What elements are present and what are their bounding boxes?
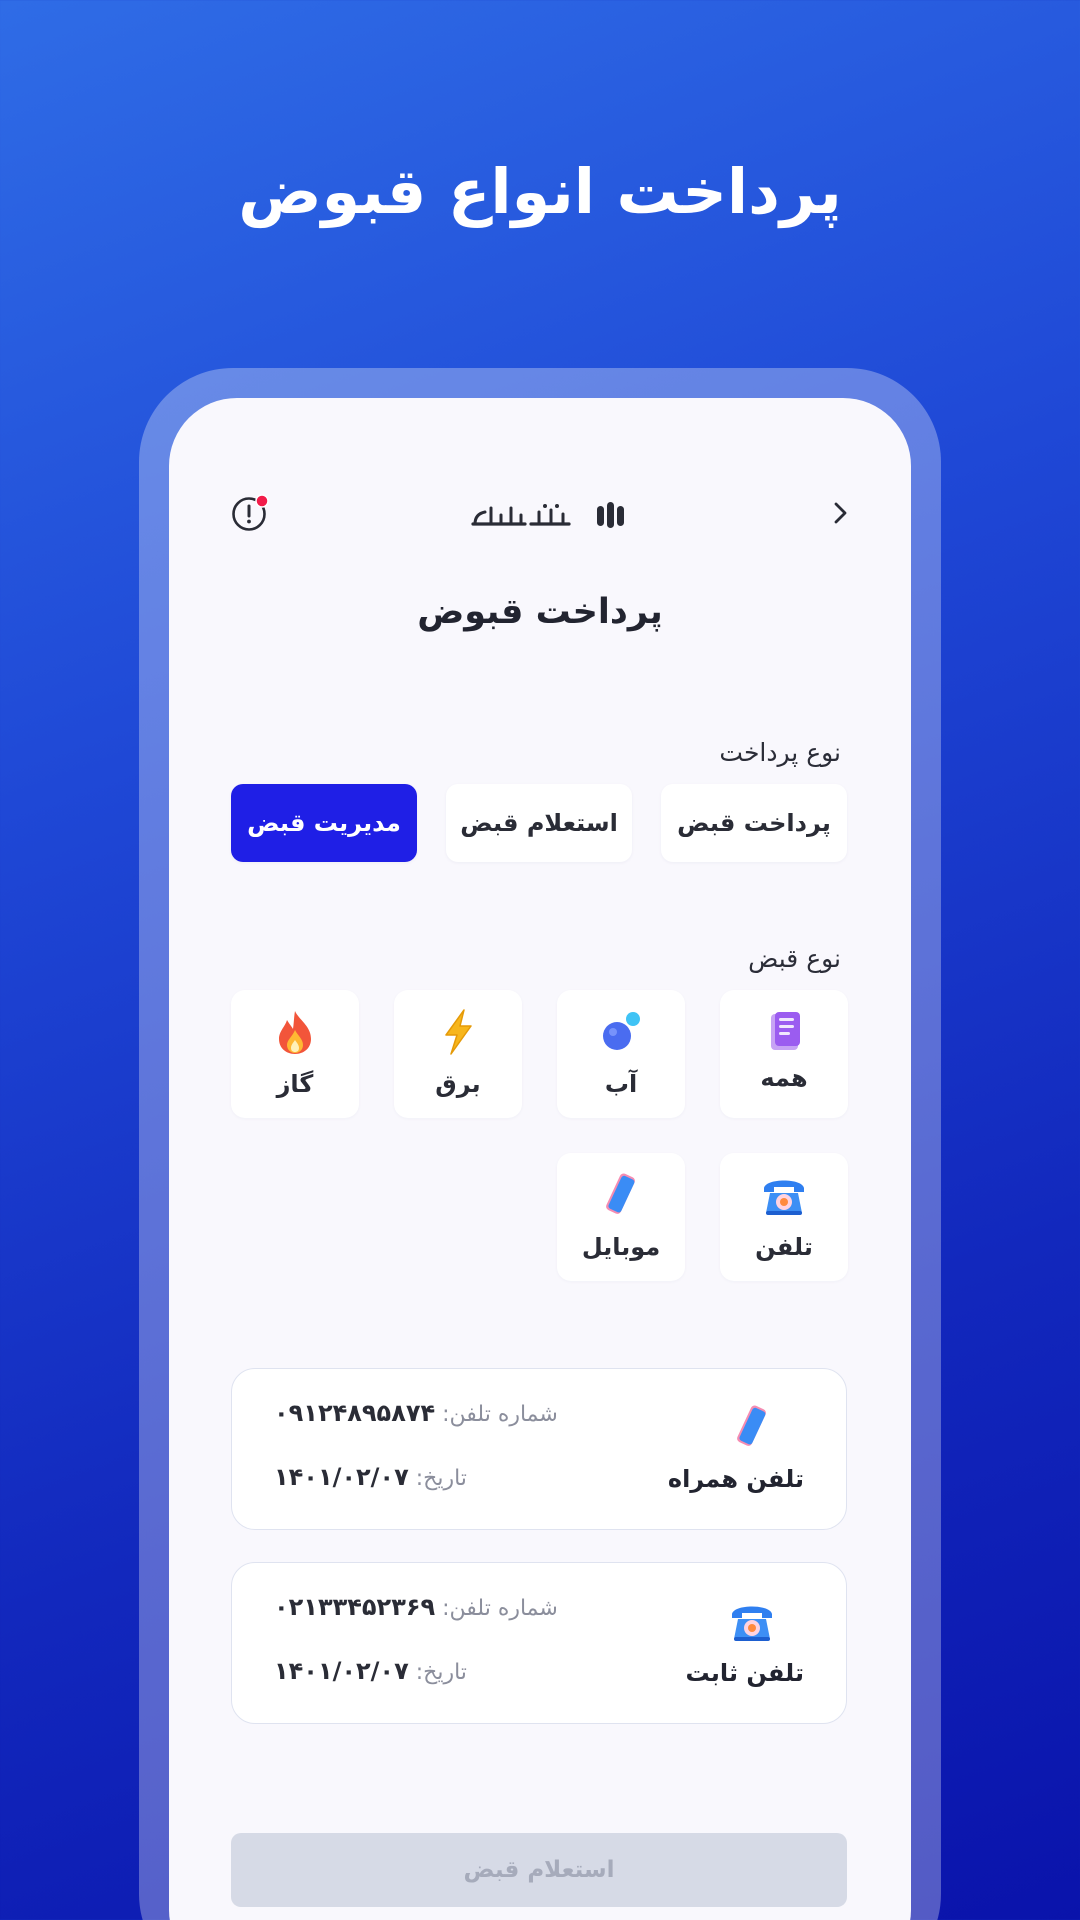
bill-type-mobile[interactable]: موبایل xyxy=(557,1153,685,1281)
telephone-icon xyxy=(760,1171,808,1219)
bill-type-electricity[interactable]: برق xyxy=(394,990,522,1118)
date-value: ۱۴۰۱/۰۲/۰۷ xyxy=(274,1463,409,1491)
app-screen: پرداخت قبوض نوع پرداخت پرداخت قبض استعلا… xyxy=(169,398,911,1920)
tile-label: تلفن xyxy=(755,1233,813,1261)
date-value: ۱۴۰۱/۰۲/۰۷ xyxy=(274,1657,409,1685)
phone-label: شماره تلفن: xyxy=(442,1596,558,1621)
bill-card-mobile[interactable]: تلفن همراه شماره تلفن: ۰۹۱۲۴۸۹۵۸۷۴ تاریخ… xyxy=(231,1368,847,1530)
bill-type-water[interactable]: آب xyxy=(557,990,685,1118)
bill-type-all[interactable]: همه xyxy=(720,990,848,1118)
bill-card-landline[interactable]: تلفن ثابت شماره تلفن: ۰۲۱۳۳۴۵۲۳۶۹ تاریخ:… xyxy=(231,1562,847,1724)
phone-value: ۰۹۱۲۴۸۹۵۸۷۴ xyxy=(274,1399,436,1427)
phone-value: ۰۲۱۳۳۴۵۲۳۶۹ xyxy=(274,1593,436,1621)
tile-label: همه xyxy=(760,1064,808,1092)
bill-phone-row: شماره تلفن: ۰۹۱۲۴۸۹۵۸۷۴ xyxy=(274,1399,558,1427)
mobile-icon xyxy=(597,1171,645,1219)
phone-label: شماره تلفن: xyxy=(442,1402,558,1427)
tile-label: گاز xyxy=(276,1070,314,1098)
segment-inquiry[interactable]: استعلام قبض xyxy=(446,784,632,862)
segment-manage-bill[interactable]: مدیریت قبض xyxy=(231,784,417,862)
bill-type-label: نوع قبض xyxy=(748,944,841,973)
bill-phone-row: شماره تلفن: ۰۲۱۳۳۴۵۲۳۶۹ xyxy=(274,1593,558,1621)
bank-logo-icon xyxy=(471,502,624,528)
chevron-right-icon xyxy=(834,502,847,524)
payment-type-label: نوع پرداخت xyxy=(719,738,841,767)
tile-label: برق xyxy=(435,1070,481,1098)
telephone-icon xyxy=(728,1597,776,1645)
bill-type-gas[interactable]: گاز xyxy=(231,990,359,1118)
tile-label: موبایل xyxy=(581,1233,661,1261)
page-title: پرداخت قبوض xyxy=(417,592,663,632)
bill-card-title: تلفن ثابت xyxy=(685,1659,804,1687)
inquiry-submit-button[interactable]: استعلام قبض xyxy=(231,1833,847,1907)
alert-icon[interactable] xyxy=(231,494,269,532)
hero-title: پرداخت انواع قبوض xyxy=(238,155,842,228)
bill-date-row: تاریخ: ۱۴۰۱/۰۲/۰۷ xyxy=(274,1463,467,1491)
water-drop-icon xyxy=(597,1008,645,1056)
bill-card-title: تلفن همراه xyxy=(667,1465,804,1493)
date-label: تاریخ: xyxy=(415,1466,467,1491)
bill-date-row: تاریخ: ۱۴۰۱/۰۲/۰۷ xyxy=(274,1657,467,1685)
back-button[interactable] xyxy=(825,496,855,530)
lightning-icon xyxy=(434,1008,482,1056)
bill-type-telephone[interactable]: تلفن xyxy=(720,1153,848,1281)
flame-icon xyxy=(271,1008,319,1056)
tile-label: آب xyxy=(604,1070,638,1098)
mobile-icon xyxy=(728,1403,776,1451)
bank-logo xyxy=(469,494,629,534)
notebook-icon xyxy=(760,1008,808,1056)
date-label: تاریخ: xyxy=(415,1660,467,1685)
segment-pay-bill[interactable]: پرداخت قبض xyxy=(661,784,847,862)
